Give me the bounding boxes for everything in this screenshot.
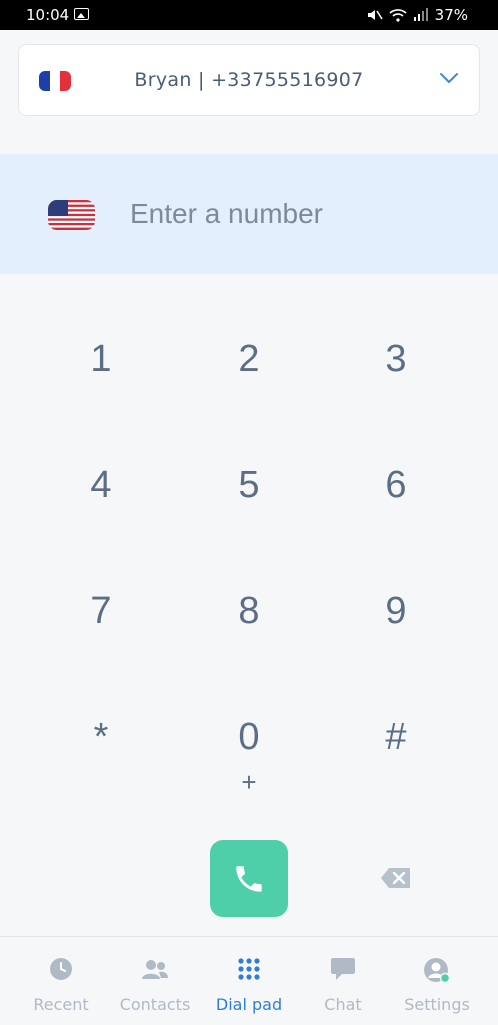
nav-recent[interactable]: Recent — [11, 937, 111, 1025]
call-button[interactable] — [210, 840, 288, 917]
signal-icon — [413, 8, 428, 21]
wifi-icon — [389, 9, 407, 22]
gallery-notification-icon — [74, 8, 89, 20]
key-0[interactable]: 0 + — [194, 716, 304, 806]
key-hash[interactable]: # — [341, 716, 451, 806]
key-4[interactable]: 4 — [46, 464, 156, 554]
phone-icon — [236, 865, 262, 892]
chevron-down-icon[interactable] — [439, 71, 459, 85]
key-0-digit: 0 — [238, 716, 260, 758]
key-6[interactable]: 6 — [341, 464, 451, 554]
account-label: Bryan | +33755516907 — [134, 69, 364, 91]
key-7[interactable]: 7 — [46, 590, 156, 680]
key-2[interactable]: 2 — [194, 338, 304, 428]
nav-dialpad-label: Dial pad — [215, 995, 283, 1014]
dialpad-icon — [238, 958, 260, 980]
status-bar: 10:04 37% — [0, 0, 498, 30]
phone-number-input[interactable] — [128, 192, 472, 236]
chat-icon — [331, 958, 355, 980]
profile-settings-icon — [424, 958, 451, 984]
key-0-plus: + — [241, 767, 257, 797]
key-3[interactable]: 3 — [341, 338, 451, 428]
nav-contacts-label: Contacts — [119, 995, 191, 1014]
key-8[interactable]: 8 — [194, 590, 304, 680]
nav-dialpad[interactable]: Dial pad — [199, 937, 299, 1025]
battery-level: 37% — [434, 6, 468, 24]
mute-icon — [367, 10, 383, 20]
us-flag-icon[interactable] — [48, 200, 95, 230]
nav-chat[interactable]: Chat — [293, 937, 393, 1025]
nav-chat-label: Chat — [324, 995, 362, 1014]
number-entry-bar — [0, 154, 498, 274]
contacts-icon — [142, 960, 168, 979]
bottom-nav: Recent Contacts Dial pad Chat Settings — [0, 936, 498, 1025]
key-5[interactable]: 5 — [194, 464, 304, 554]
nav-recent-label: Recent — [33, 995, 89, 1014]
clock-icon — [50, 958, 72, 980]
status-time: 10:04 — [26, 6, 70, 24]
key-star[interactable]: * — [46, 716, 156, 806]
nav-contacts[interactable]: Contacts — [105, 937, 205, 1025]
status-icons: 37% — [367, 6, 468, 24]
backspace-icon[interactable] — [380, 866, 412, 890]
key-1[interactable]: 1 — [46, 338, 156, 428]
nav-settings[interactable]: Settings — [387, 937, 487, 1025]
nav-settings-label: Settings — [404, 995, 470, 1014]
account-selector[interactable]: Bryan | +33755516907 — [18, 44, 480, 116]
key-9[interactable]: 9 — [341, 590, 451, 680]
